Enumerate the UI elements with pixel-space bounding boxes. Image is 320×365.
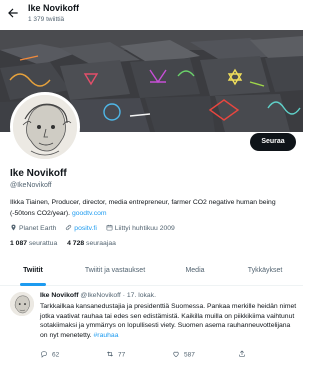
tweet-item[interactable]: Ike Novikoff @IkeNovikoff · 17. lokak. T…: [0, 287, 303, 365]
location-text: Planet Earth: [19, 225, 57, 232]
profile-website[interactable]: positv.fi: [65, 224, 97, 232]
tweet-date[interactable]: · 17. lokak.: [123, 292, 156, 299]
tweet-body: Tarkkailkaa kansanedustajia ja president…: [40, 303, 297, 339]
tab-media[interactable]: Media: [170, 258, 220, 286]
tweet-author-handle[interactable]: @IkeNovikoff: [80, 292, 120, 299]
following-stat[interactable]: 1 087 seurattua: [10, 240, 57, 247]
bio-text: Ilkka Tiainen, Producer, director, media…: [10, 199, 276, 217]
back-arrow-icon[interactable]: [6, 6, 20, 20]
followers-label: seuraajaa: [86, 240, 116, 247]
like-button[interactable]: 587: [172, 350, 195, 359]
joined-text: Liittyi huhtikuu 2009: [114, 225, 175, 232]
tweet-avatar[interactable]: [10, 292, 34, 316]
header-name: Ike Novikoff: [28, 3, 80, 13]
profile-name: Ike Novikoff: [10, 168, 67, 179]
like-icon: [173, 351, 179, 358]
profile-tabs: Twiitit Twiitit ja vastaukset Media Tykk…: [0, 258, 303, 286]
profile-bio: Ilkka Tiainen, Producer, director, media…: [10, 198, 296, 219]
reply-button[interactable]: 62: [40, 350, 59, 359]
profile-stats: 1 087 seurattua 4 728 seuraajaa: [10, 240, 124, 247]
tweet-author-name[interactable]: Ike Novikoff: [40, 292, 79, 299]
follow-button[interactable]: Seuraa: [250, 133, 296, 151]
followers-stat[interactable]: 4 728 seuraajaa: [67, 240, 116, 247]
profile-meta: Planet Earth positv.fi Liittyi huhtikuu …: [10, 224, 182, 232]
share-button[interactable]: [238, 350, 250, 359]
retweet-count: 77: [118, 351, 126, 359]
share-icon: [239, 350, 245, 357]
bio-link[interactable]: goodtv.com: [72, 210, 107, 217]
tweet-text: Tarkkailkaa kansanedustajia ja president…: [40, 302, 298, 340]
active-tab-indicator: [20, 283, 46, 286]
tab-likes[interactable]: Tykkäykset: [234, 258, 296, 286]
top-bar: Ike Novikoff 1 379 twiittiä: [0, 0, 303, 30]
reply-count: 62: [52, 351, 60, 359]
reply-icon: [41, 351, 47, 358]
tab-tweets[interactable]: Twiitit: [8, 258, 58, 286]
profile-handle: @IkeNovikoff: [10, 182, 52, 189]
location-pin-icon: [11, 224, 16, 231]
calendar-icon: [106, 224, 113, 231]
profile-joined: Liittyi huhtikuu 2009: [106, 224, 175, 232]
tweet-actions: 62 77 587: [40, 350, 270, 360]
profile-location: Planet Earth: [10, 224, 56, 232]
following-label: seurattua: [28, 240, 58, 247]
tab-tweets-and-replies[interactable]: Twiitit ja vastaukset: [72, 258, 158, 286]
header-tweet-count: 1 379 twiittiä: [28, 16, 65, 23]
website-link[interactable]: positv.fi: [74, 225, 97, 232]
link-icon: [66, 224, 72, 231]
profile-avatar[interactable]: [10, 92, 80, 162]
retweet-icon: [107, 351, 113, 357]
tweet-hashtag[interactable]: #rauhaa: [94, 332, 119, 339]
following-count: 1 087: [10, 240, 28, 247]
like-count: 587: [184, 351, 195, 359]
tweet-header: Ike Novikoff @IkeNovikoff · 17. lokak.: [40, 292, 156, 299]
followers-count: 4 728: [67, 240, 85, 247]
retweet-button[interactable]: 77: [106, 350, 125, 359]
